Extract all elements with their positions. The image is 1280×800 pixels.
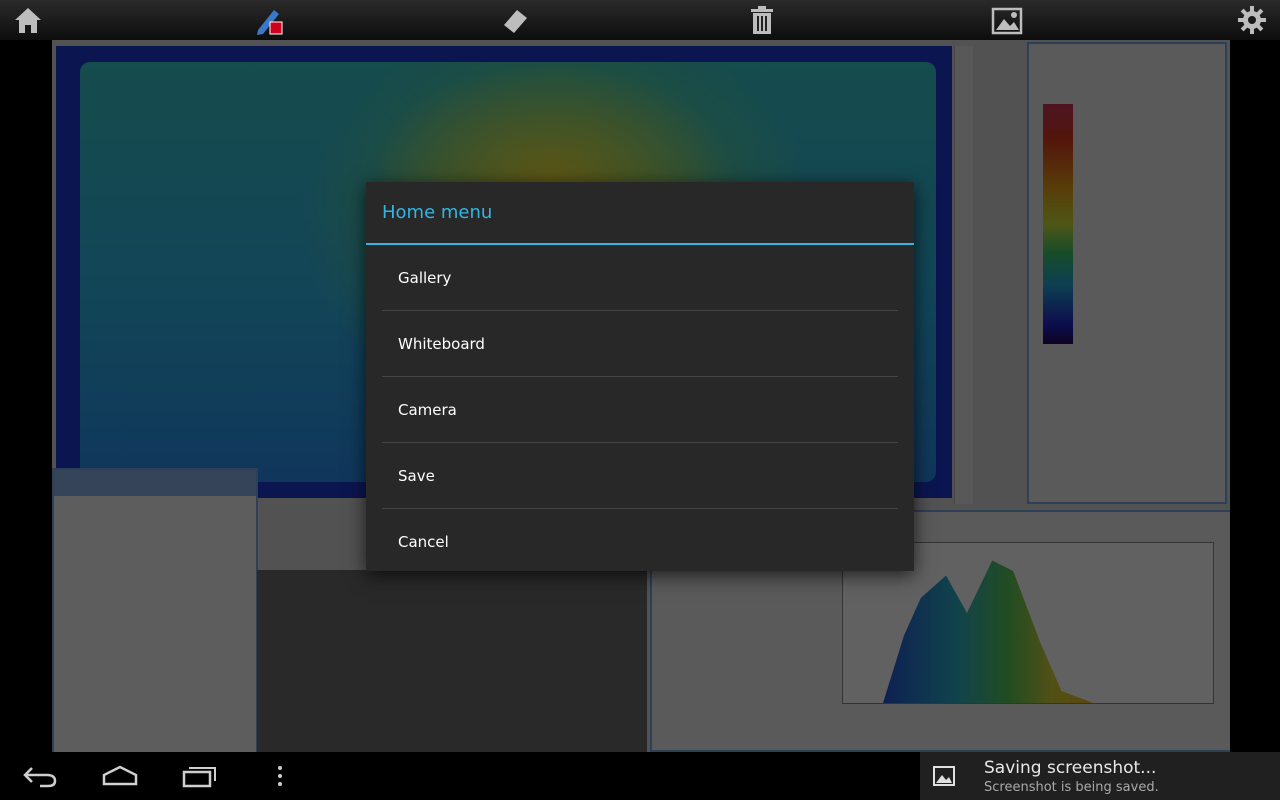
- notification-title: Saving screenshot...: [984, 758, 1157, 778]
- image-icon: [991, 7, 1023, 35]
- pen-color-button[interactable]: [242, 0, 298, 40]
- trash-button[interactable]: [734, 0, 790, 40]
- menu-list: Gallery Whiteboard Camera Save Cancel: [366, 245, 914, 574]
- dialog-title: Home menu: [366, 182, 914, 245]
- eraser-icon: [504, 10, 527, 33]
- menu-item-gallery[interactable]: Gallery: [382, 245, 898, 311]
- recent-apps-icon: [182, 767, 216, 788]
- menu-item-cancel[interactable]: Cancel: [382, 509, 898, 574]
- overflow-menu-icon: [278, 766, 282, 786]
- eraser-button[interactable]: [487, 0, 543, 40]
- back-button[interactable]: [0, 752, 80, 800]
- image-notification-icon: [933, 766, 955, 786]
- notification-subtitle: Screenshot is being saved.: [984, 780, 1159, 795]
- back-icon: [23, 767, 57, 788]
- home-nav-icon: [102, 765, 138, 786]
- image-button[interactable]: [979, 0, 1035, 40]
- toolbar: [0, 0, 1280, 40]
- home-nav-button[interactable]: [80, 752, 160, 800]
- settings-button[interactable]: [1224, 0, 1280, 40]
- menu-item-camera[interactable]: Camera: [382, 377, 898, 443]
- screenshot-notification[interactable]: Saving screenshot... Screenshot is being…: [920, 752, 1280, 800]
- trash-icon: [751, 6, 773, 34]
- home-icon: [15, 8, 41, 33]
- home-menu-dialog: Home menu Gallery Whiteboard Camera Save…: [366, 182, 914, 571]
- home-button[interactable]: [0, 0, 56, 40]
- pen-color-icon: [257, 10, 283, 35]
- overflow-menu-button[interactable]: [240, 752, 320, 800]
- settings-icon: [1238, 6, 1266, 34]
- menu-item-whiteboard[interactable]: Whiteboard: [382, 311, 898, 377]
- menu-item-save[interactable]: Save: [382, 443, 898, 509]
- recent-apps-button[interactable]: [160, 752, 240, 800]
